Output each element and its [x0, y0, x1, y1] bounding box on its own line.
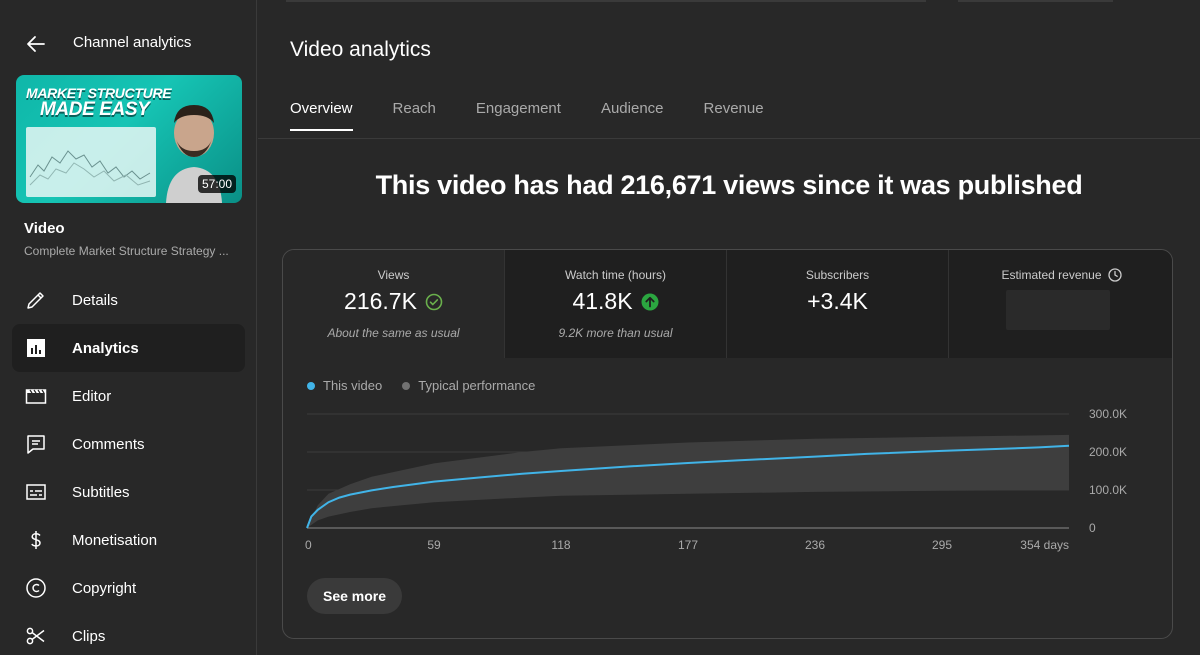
- metric-comparison: 9.2K more than usual: [558, 326, 673, 340]
- sidebar-item-details[interactable]: Details: [12, 276, 245, 324]
- sidebar-item-label: Editor: [72, 387, 112, 405]
- y-tick-label: 200.0K: [1089, 445, 1127, 459]
- legend-item-typical[interactable]: Typical performance: [402, 378, 535, 393]
- metric-watch-time[interactable]: Watch time (hours) 41.8K 9.2K more than …: [505, 250, 727, 358]
- sidebar-item-label: Copyright: [72, 579, 137, 597]
- see-more-button[interactable]: See more: [307, 578, 403, 614]
- tabs-divider: [258, 138, 1200, 139]
- comment-icon: [27, 435, 45, 454]
- sidebar-item-label: Details: [72, 291, 118, 309]
- x-tick-label: 236: [805, 538, 825, 552]
- x-tick-label: 118: [551, 538, 570, 552]
- y-tick-label: 0: [1089, 521, 1096, 535]
- clapperboard-icon: [25, 389, 47, 404]
- metric-value-row: +3.4K: [727, 288, 948, 315]
- tab-revenue[interactable]: Revenue: [704, 100, 764, 131]
- subtitles-icon: [26, 484, 46, 500]
- channel-analytics-link[interactable]: Channel analytics: [73, 34, 191, 51]
- metric-label: Views: [377, 268, 410, 282]
- metric-estimated-revenue[interactable]: Estimated revenue: [949, 250, 1172, 358]
- y-tick-label: 300.0K: [1089, 407, 1127, 421]
- tab-audience[interactable]: Audience: [601, 100, 664, 131]
- metric-label-row: Estimated revenue: [949, 268, 1172, 282]
- tab-reach[interactable]: Reach: [393, 100, 436, 131]
- x-tick-label: 59: [427, 538, 441, 552]
- analytics-icon: [27, 339, 45, 357]
- revenue-hidden-value: [1006, 290, 1110, 330]
- sidebar-item-editor[interactable]: Editor: [12, 372, 245, 420]
- legend-dot: [307, 381, 315, 390]
- y-tick-label: 100.0K: [1089, 483, 1127, 497]
- thumbnail-title-line2: MADE EASY: [40, 99, 150, 120]
- sidebar-item-clips[interactable]: Clips: [12, 612, 245, 655]
- clock-icon: [1107, 268, 1122, 282]
- sidebar-item-label: Clips: [72, 627, 106, 645]
- back-arrow-icon[interactable]: [24, 32, 48, 56]
- overview-card: Views 216.7K About the same as usual Wat…: [282, 249, 1173, 639]
- metric-comparison: About the same as usual: [327, 326, 460, 340]
- page-title: Video analytics: [290, 38, 431, 61]
- x-tick-label: 177: [678, 538, 698, 552]
- legend-label: This video: [323, 378, 383, 393]
- views-chart[interactable]: 300.0K 200.0K 100.0K 0 0 59 118 177 236 295 354 da…: [283, 400, 1173, 560]
- video-section-label: Video: [24, 220, 65, 237]
- views-headline: This video has had 216,671 views since i…: [375, 170, 1083, 200]
- arrow-up-circle-icon: [641, 293, 659, 310]
- check-circle-icon: [425, 293, 443, 310]
- sidebar-item-comments[interactable]: Comments: [12, 420, 245, 468]
- x-tick-label: 354 days: [1020, 538, 1069, 552]
- legend-dot: [402, 381, 411, 390]
- tab-engagement[interactable]: Engagement: [476, 100, 561, 131]
- copyright-icon: [26, 578, 46, 598]
- metric-value: +3.4K: [807, 288, 868, 314]
- metric-subscribers[interactable]: Subscribers +3.4K: [727, 250, 949, 358]
- metric-label: Estimated revenue: [1001, 268, 1102, 282]
- toolbar-edge: [958, 0, 1113, 2]
- pencil-icon: [27, 292, 44, 309]
- metrics-row: Views 216.7K About the same as usual Wat…: [283, 250, 1172, 358]
- thumbnail-chart-graphic: [26, 127, 156, 197]
- scissors-icon: [26, 627, 45, 645]
- analytics-tabs: Overview Reach Engagement Audience Reven…: [290, 100, 804, 131]
- metric-value-row: 216.7K: [283, 288, 504, 315]
- sidebar-item-copyright[interactable]: Copyright: [12, 564, 245, 612]
- back-row: Channel analytics: [0, 24, 257, 62]
- metric-value-row: 41.8K: [505, 288, 726, 315]
- metric-views[interactable]: Views 216.7K About the same as usual: [283, 250, 505, 358]
- sidebar-item-analytics[interactable]: Analytics: [12, 324, 245, 372]
- main-content: Video analytics Overview Reach Engagemen…: [258, 0, 1200, 655]
- video-title: Complete Market Structure Strategy ...: [24, 244, 229, 258]
- sidebar-item-monetisation[interactable]: Monetisation: [12, 516, 245, 564]
- sidebar: Channel analytics MARKET STRUCTURE MADE …: [0, 0, 257, 655]
- sidebar-item-label: Comments: [72, 435, 145, 453]
- sidebar-item-label: Subtitles: [72, 483, 130, 501]
- metric-value: 41.8K: [572, 288, 633, 314]
- x-tick-label: 295: [932, 538, 952, 552]
- metric-label: Watch time (hours): [565, 268, 666, 282]
- sidebar-item-subtitles[interactable]: Subtitles: [12, 468, 245, 516]
- sidebar-item-label: Monetisation: [72, 531, 158, 549]
- legend-label: Typical performance: [418, 378, 536, 393]
- sidebar-item-label: Analytics: [72, 339, 139, 357]
- chart-legend: This video Typical performance: [307, 378, 555, 393]
- video-thumbnail[interactable]: MARKET STRUCTURE MADE EASY 57:00: [16, 75, 242, 203]
- legend-item-this-video[interactable]: This video: [307, 378, 382, 393]
- typical-performance-band: [307, 434, 1069, 528]
- metric-value: 216.7K: [344, 288, 417, 314]
- x-tick-label: 0: [305, 538, 312, 552]
- video-duration-badge: 57:00: [197, 175, 236, 193]
- search-bar-edge: [286, 0, 926, 2]
- tab-overview[interactable]: Overview: [290, 100, 353, 131]
- sidebar-nav: Details Analytics Editor Comments Subtit…: [12, 276, 245, 655]
- dollar-icon: [31, 531, 41, 549]
- metric-label: Subscribers: [805, 268, 870, 282]
